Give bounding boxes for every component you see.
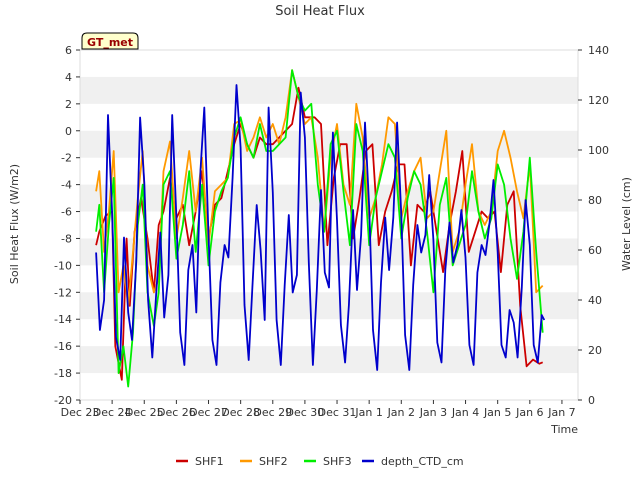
x-tick-label: Jan 6 — [515, 406, 543, 419]
y-tick-label: -10 — [54, 259, 72, 272]
grid-band — [80, 76, 578, 104]
y2-axis-label: Water Level (cm) — [620, 177, 633, 271]
x-tick-label: Jan 4 — [451, 406, 479, 419]
y2-tick-label: 60 — [588, 244, 602, 257]
y-tick-label: -16 — [54, 340, 72, 353]
y-tick-label: -2 — [61, 152, 72, 165]
left-axis-ticks: -20-18-16-14-12-10-8-6-4-20246 — [54, 44, 80, 407]
y-tick-label: -8 — [61, 232, 72, 245]
gt-met-badge: GT_met — [81, 32, 139, 50]
y-tick-label: 2 — [65, 98, 72, 111]
x-tick-label: Dec 31 — [318, 406, 357, 419]
y2-tick-label: 140 — [588, 44, 609, 57]
y2-tick-label: 120 — [588, 94, 609, 107]
y-axis-label: Soil Heat Flux (W/m2) — [8, 164, 21, 284]
grid-band — [80, 184, 578, 212]
x-tick-label: Jan 1 — [354, 406, 382, 419]
legend-label: SHF3 — [323, 455, 352, 468]
legend-label: depth_CTD_cm — [381, 455, 464, 468]
y-tick-label: -14 — [54, 313, 72, 326]
y2-tick-label: 0 — [588, 394, 595, 407]
right-axis-ticks: 0 20 40 60 80 100 120 140 — [578, 44, 609, 407]
y2-tick-label: 80 — [588, 194, 602, 207]
badge-label: GT_met — [87, 36, 133, 49]
legend-label: SHF2 — [259, 455, 288, 468]
x-axis-ticks: Dec 23Dec 24Dec 25Dec 26Dec 27Dec 28Dec … — [61, 400, 576, 419]
y-tick-label: -12 — [54, 286, 72, 299]
x-axis-label: Time — [550, 423, 578, 436]
x-tick-label: Jan 2 — [387, 406, 415, 419]
x-tick-label: Jan 3 — [419, 406, 447, 419]
legend: SHF1 SHF2 SHF3 depth_CTD_cm — [176, 455, 464, 468]
y-tick-label: -18 — [54, 367, 72, 380]
chart-title: Soil Heat Flux — [275, 4, 365, 19]
legend-label: SHF1 — [195, 455, 224, 468]
soil-heat-flux-chart: Soil Heat Flux -20-18-16-14-12-10-8-6-4-… — [8, 4, 633, 468]
x-tick-label: Jan 7 — [547, 406, 575, 419]
y2-tick-label: 100 — [588, 144, 609, 157]
y-tick-label: 6 — [65, 44, 72, 57]
y-tick-label: -4 — [61, 179, 72, 192]
y-tick-label: -6 — [61, 206, 72, 219]
y-tick-label: 4 — [65, 71, 72, 84]
x-tick-label: Jan 5 — [483, 406, 511, 419]
y-tick-label: 0 — [65, 125, 72, 138]
y2-tick-label: 20 — [588, 344, 602, 357]
y2-tick-label: 40 — [588, 294, 602, 307]
